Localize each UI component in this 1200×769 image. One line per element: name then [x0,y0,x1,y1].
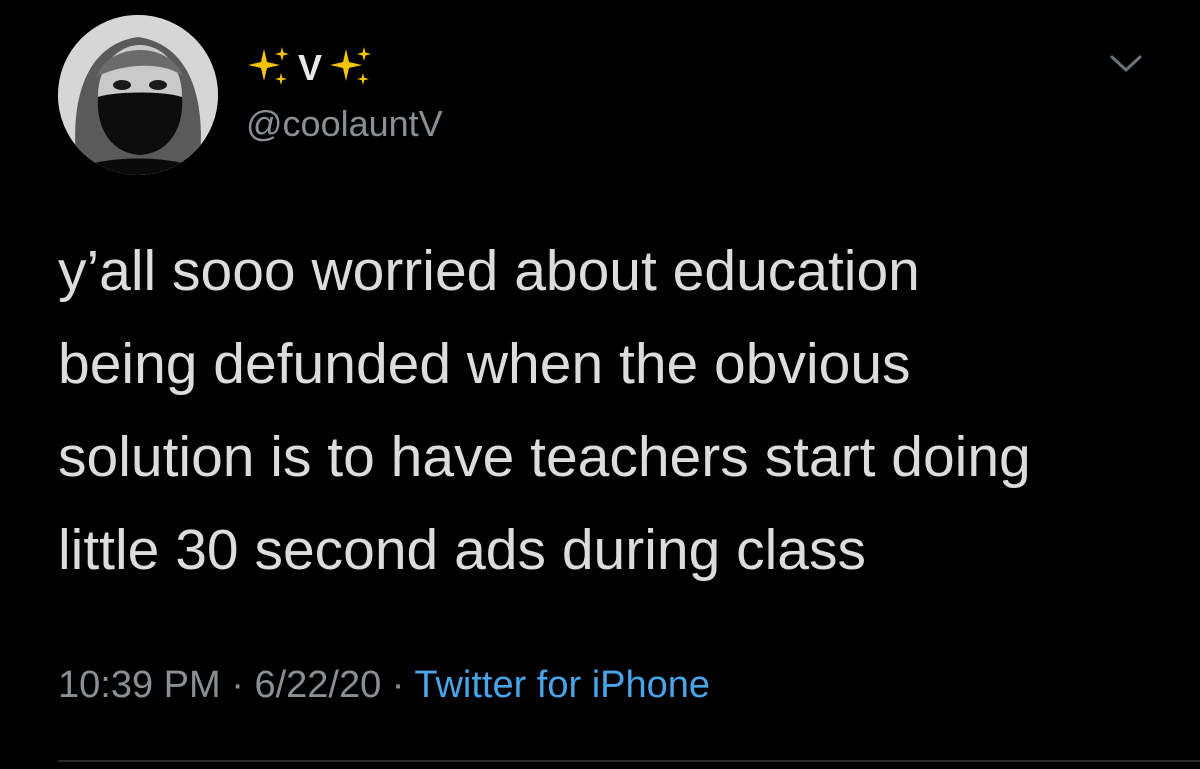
tweet-meta: 10:39 PM · 6/22/20 · Twitter for iPhone [58,664,710,707]
sparkles-icon [328,45,374,91]
user-handle[interactable]: @coolauntV [246,103,443,145]
avatar-image [58,15,218,175]
divider [58,760,1200,762]
tweet-text: y’all sooo worried about education being… [58,239,1031,582]
display-name[interactable]: V [246,40,374,96]
avatar[interactable] [58,15,218,175]
sparkles-icon [246,45,292,91]
tweet-card: V @coolauntV y’all sooo worried about ed… [0,0,1200,769]
tweet-time[interactable]: 10:39 PM [58,664,221,706]
tweet-source-link[interactable]: Twitter for iPhone [414,664,710,706]
tweet-date[interactable]: 6/22/20 [254,664,381,706]
chevron-down-icon[interactable] [1106,48,1146,78]
meta-separator: · [381,664,415,706]
meta-separator: · [220,664,255,706]
display-name-text: V [298,47,323,88]
